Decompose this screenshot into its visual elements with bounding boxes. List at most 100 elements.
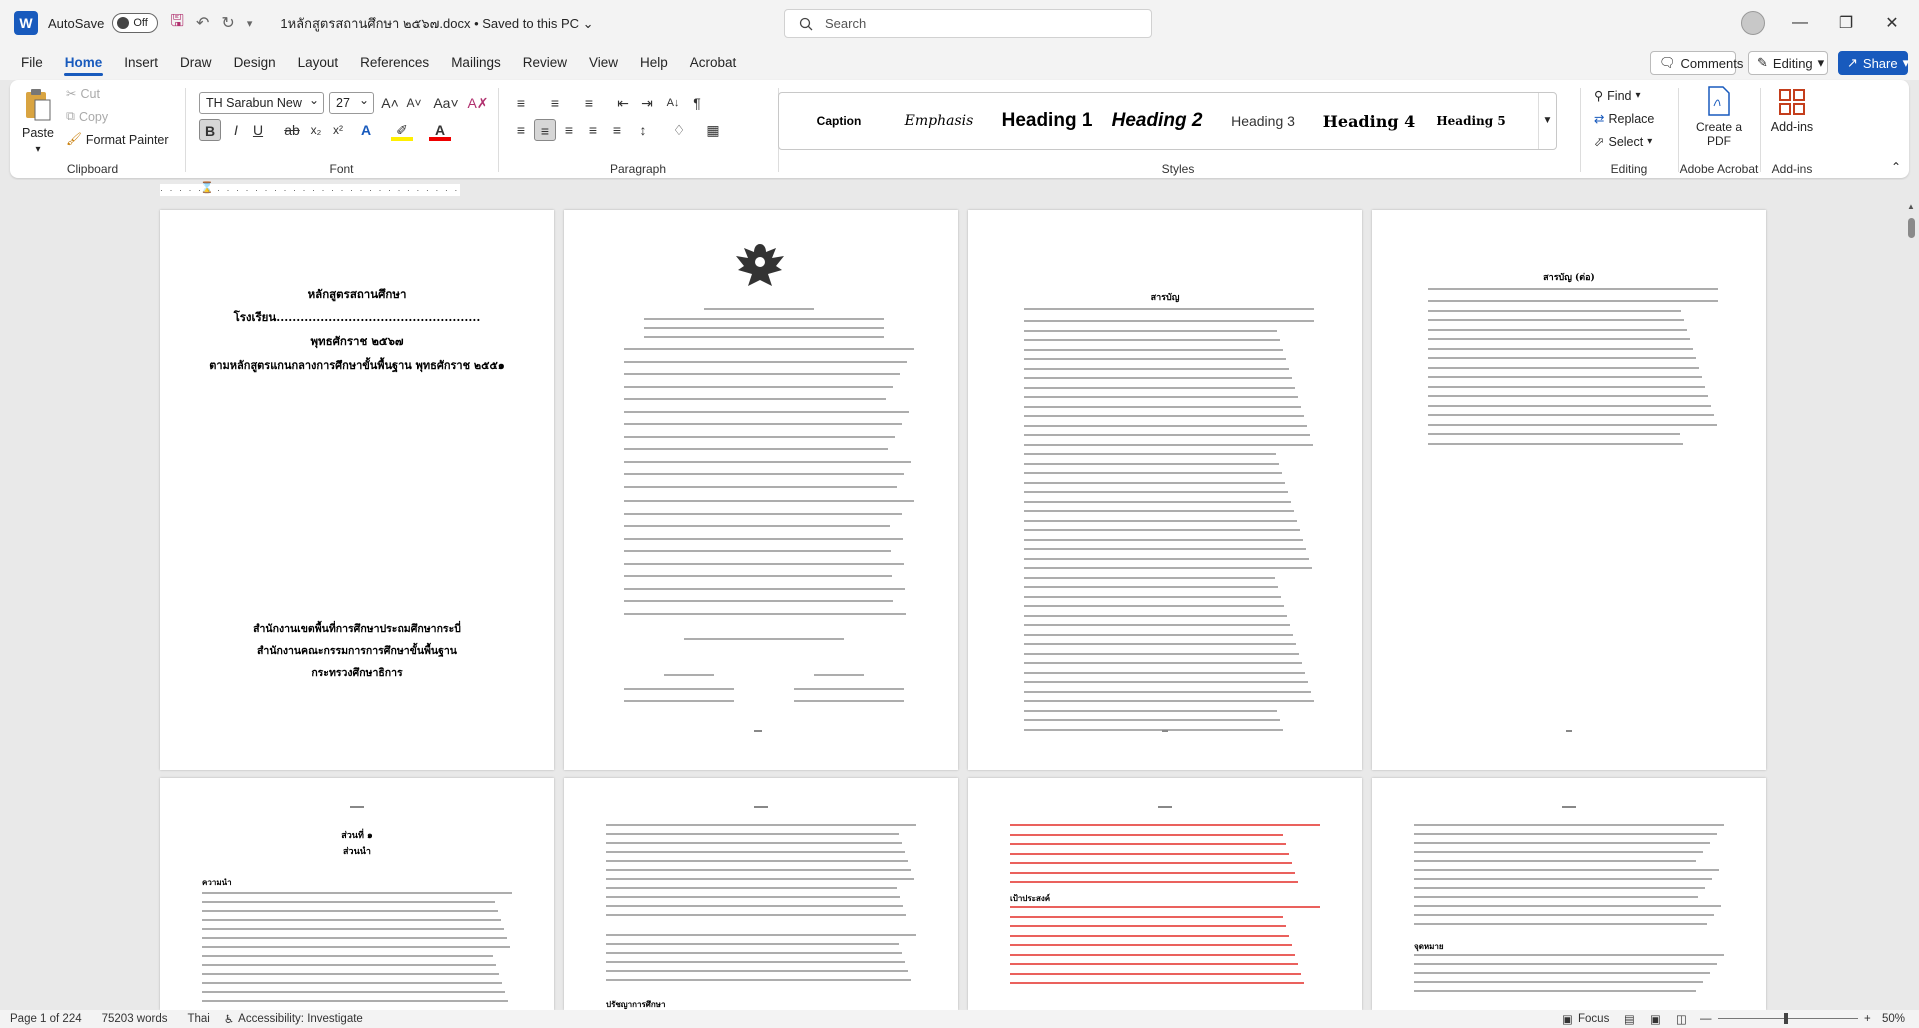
- autosave-toggle[interactable]: Off: [112, 13, 159, 33]
- styles-more-icon[interactable]: ▼: [1538, 93, 1556, 149]
- subscript-button[interactable]: x₂: [305, 119, 327, 141]
- replace-button[interactable]: ⇄ Replace: [1594, 111, 1654, 127]
- multilevel-list-icon[interactable]: ≡: [578, 92, 600, 114]
- read-mode-icon[interactable]: ▤: [1624, 1012, 1635, 1026]
- page-2[interactable]: [564, 210, 958, 770]
- font-name-box[interactable]: TH Sarabun New: [199, 90, 324, 114]
- font-color-icon[interactable]: A: [429, 119, 451, 141]
- vertical-scrollbar[interactable]: ▲: [1906, 200, 1918, 1010]
- zoom-slider[interactable]: [1718, 1018, 1858, 1019]
- page-6[interactable]: ปรัชญาการศึกษา: [564, 778, 958, 1010]
- language[interactable]: Thai: [187, 1013, 209, 1025]
- tab-design[interactable]: Design: [223, 46, 287, 80]
- print-layout-icon[interactable]: ▣: [1650, 1012, 1661, 1026]
- justify-icon[interactable]: ≡: [582, 119, 604, 141]
- tab-draw[interactable]: Draw: [169, 46, 223, 80]
- page-7[interactable]: เป้าประสงค์: [968, 778, 1362, 1010]
- increase-indent-icon[interactable]: ⇥: [636, 92, 658, 114]
- grow-font-icon[interactable]: A˄: [379, 92, 401, 114]
- tab-insert[interactable]: Insert: [113, 46, 169, 80]
- page-3[interactable]: สารบัญ: [968, 210, 1362, 770]
- indent-marker-icon[interactable]: ⌛: [200, 181, 214, 194]
- comments-button[interactable]: 🗨 Comments: [1650, 51, 1743, 75]
- style-heading-2[interactable]: Heading 2: [1101, 93, 1213, 149]
- restore-icon[interactable]: ❐: [1823, 0, 1869, 46]
- underline-button[interactable]: U: [247, 119, 269, 141]
- search-box[interactable]: Search: [784, 9, 1152, 38]
- highlight-icon[interactable]: ✐: [391, 119, 413, 141]
- page-5[interactable]: ส่วนที่ ๑ ส่วนนำ ความนำ: [160, 778, 554, 1010]
- align-right-icon[interactable]: ≡: [558, 119, 580, 141]
- text-effects-icon[interactable]: A: [355, 119, 377, 141]
- strikethrough-button[interactable]: ab: [281, 119, 303, 141]
- style-caption[interactable]: Caption: [787, 93, 891, 149]
- borders-icon[interactable]: ▦: [702, 119, 724, 141]
- superscript-button[interactable]: x²: [327, 119, 349, 141]
- share-button[interactable]: ↗ Share ▾: [1838, 51, 1909, 75]
- zoom-in-icon[interactable]: +: [1864, 1013, 1871, 1025]
- addins-button[interactable]: Add-ins: [1766, 88, 1818, 134]
- tab-file[interactable]: File: [10, 46, 54, 80]
- page-4[interactable]: สารบัญ (ต่อ): [1372, 210, 1766, 770]
- tab-home[interactable]: Home: [54, 46, 114, 80]
- horizontal-ruler[interactable]: · · · · · · · · · · · · · · · · · · · · …: [0, 180, 1919, 200]
- cut-button[interactable]: ✂ Cut: [66, 86, 100, 102]
- zoom-out-icon[interactable]: —: [1700, 1013, 1712, 1025]
- vertical-ruler[interactable]: [0, 200, 18, 1010]
- accessibility-status[interactable]: Accessibility: Investigate: [238, 1013, 363, 1025]
- zoom-level[interactable]: 50%: [1882, 1013, 1905, 1025]
- customize-qat-icon[interactable]: ▾: [247, 17, 253, 30]
- italic-button[interactable]: I: [225, 119, 247, 141]
- style-heading-5[interactable]: Heading 5: [1419, 93, 1523, 149]
- save-icon[interactable]: 🖫: [170, 10, 184, 37]
- zoom-slider-thumb[interactable]: [1784, 1013, 1788, 1024]
- bullets-icon[interactable]: ≡: [510, 92, 532, 114]
- font-size-box[interactable]: 27: [329, 90, 374, 114]
- find-button[interactable]: ⚲ Find ▾: [1594, 88, 1641, 104]
- tab-review[interactable]: Review: [512, 46, 578, 80]
- tab-acrobat[interactable]: Acrobat: [679, 46, 748, 80]
- copy-button[interactable]: ⧉ Copy: [66, 109, 108, 124]
- redo-icon[interactable]: ↻: [221, 13, 234, 33]
- style-heading-4[interactable]: Heading 4: [1313, 93, 1425, 149]
- scrollbar-thumb[interactable]: [1908, 218, 1915, 238]
- undo-icon[interactable]: ↶: [196, 13, 209, 33]
- distributed-icon[interactable]: ≡: [606, 119, 628, 141]
- close-icon[interactable]: ✕: [1869, 0, 1915, 46]
- page-1[interactable]: หลักสูตรสถานศึกษา โรงเรียน..............…: [160, 210, 554, 770]
- style-heading-1[interactable]: Heading 1: [991, 93, 1103, 149]
- paste-button[interactable]: Paste ▾: [18, 88, 58, 155]
- document-title[interactable]: 1หลักสูตรสถานศึกษา ๒๕๖๗.docx • Saved to …: [280, 13, 593, 34]
- tab-layout[interactable]: Layout: [287, 46, 350, 80]
- style-emphasis[interactable]: Emphasis: [887, 93, 991, 149]
- tab-references[interactable]: References: [349, 46, 440, 80]
- show-formatting-marks-icon[interactable]: ¶: [686, 92, 708, 114]
- collapse-ribbon-icon[interactable]: ⌃: [1891, 160, 1901, 174]
- style-heading-3[interactable]: Heading 3: [1211, 93, 1315, 149]
- page-count[interactable]: Page 1 of 224: [10, 1013, 82, 1025]
- bold-button[interactable]: B: [199, 119, 221, 141]
- select-button[interactable]: ⬀ Select ▾: [1594, 134, 1652, 150]
- scroll-up-icon[interactable]: ▲: [1907, 202, 1915, 211]
- web-layout-icon[interactable]: ◫: [1676, 1012, 1687, 1026]
- shrink-font-icon[interactable]: A˅: [403, 92, 425, 114]
- clear-formatting-icon[interactable]: A✗: [467, 92, 489, 114]
- editing-mode-button[interactable]: ✎ Editing ▾: [1748, 51, 1828, 75]
- shading-icon[interactable]: ♢: [668, 119, 690, 141]
- numbering-icon[interactable]: ≡: [544, 92, 566, 114]
- align-left-icon[interactable]: ≡: [510, 119, 532, 141]
- word-count[interactable]: 75203 words: [102, 1013, 168, 1025]
- line-spacing-icon[interactable]: ↕: [632, 119, 654, 141]
- tab-mailings[interactable]: Mailings: [440, 46, 512, 80]
- tab-view[interactable]: View: [578, 46, 629, 80]
- create-pdf-button[interactable]: Create a PDF: [1688, 86, 1750, 148]
- focus-button[interactable]: Focus: [1578, 1013, 1609, 1025]
- decrease-indent-icon[interactable]: ⇤: [612, 92, 634, 114]
- account-avatar[interactable]: [1741, 11, 1765, 35]
- align-center-icon[interactable]: ≡: [534, 119, 556, 141]
- minimize-icon[interactable]: —: [1777, 0, 1823, 46]
- sort-icon[interactable]: A↓: [662, 92, 684, 114]
- page-8[interactable]: จุดหมาย: [1372, 778, 1766, 1010]
- tab-help[interactable]: Help: [629, 46, 679, 80]
- format-painter-button[interactable]: 🖌 Format Painter: [66, 132, 169, 147]
